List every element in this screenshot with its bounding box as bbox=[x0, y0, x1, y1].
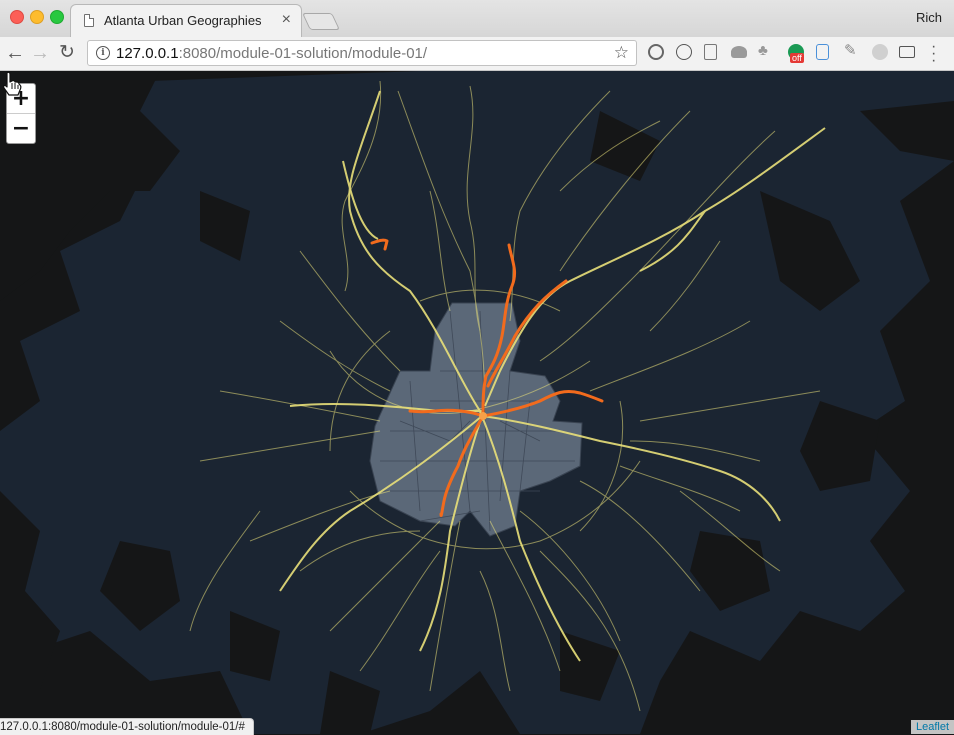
extension-pen-icon[interactable]: ✎ bbox=[844, 41, 860, 59]
page-icon bbox=[84, 14, 94, 27]
map-svg bbox=[0, 71, 954, 734]
browser-tab-active[interactable]: Atlanta Urban Geographies × bbox=[70, 4, 302, 37]
cursor-hand-icon bbox=[3, 71, 22, 96]
extension-circle-icon[interactable] bbox=[872, 44, 888, 60]
extension-off-badge: off bbox=[790, 53, 804, 63]
url-text[interactable]: 127.0.0.1:8080/module-01-solution/module… bbox=[116, 45, 427, 62]
info-icon[interactable]: i bbox=[96, 46, 110, 60]
window-minimize-button[interactable] bbox=[30, 10, 44, 24]
extension-page-icon[interactable] bbox=[816, 44, 829, 60]
address-bar[interactable]: i 127.0.0.1:8080/module-01-solution/modu… bbox=[87, 40, 637, 66]
cast-icon[interactable] bbox=[899, 46, 915, 58]
back-button[interactable]: ← bbox=[5, 41, 25, 65]
forward-button[interactable]: → bbox=[30, 41, 50, 65]
extension-sync-icon[interactable] bbox=[648, 44, 664, 60]
tab-title: Atlanta Urban Geographies bbox=[104, 13, 262, 28]
extension-cloud-icon[interactable] bbox=[731, 46, 747, 58]
extension-info-icon[interactable] bbox=[676, 44, 692, 60]
profile-name[interactable]: Rich bbox=[916, 10, 942, 25]
five-points-hub bbox=[479, 412, 487, 420]
tab-close-icon[interactable]: × bbox=[282, 11, 291, 29]
window-maximize-button[interactable] bbox=[50, 10, 64, 24]
leaflet-attribution-link[interactable]: Leaflet bbox=[910, 720, 954, 734]
url-path: :8080/module-01-solution/module-01/ bbox=[178, 45, 428, 62]
zoom-out-button[interactable]: − bbox=[7, 114, 35, 143]
extension-clover-icon[interactable]: ♣ bbox=[758, 42, 774, 59]
browser-toolbar: ← → ↻ i 127.0.0.1:8080/module-01-solutio… bbox=[0, 37, 954, 71]
window-close-button[interactable] bbox=[10, 10, 24, 24]
menu-icon[interactable]: · · · bbox=[931, 39, 936, 69]
extension-document-icon[interactable] bbox=[704, 44, 717, 60]
url-host: 127.0.0.1 bbox=[116, 45, 179, 62]
map-canvas[interactable]: + − Leaflet bbox=[0, 71, 954, 734]
reload-button[interactable]: ↻ bbox=[59, 41, 75, 65]
star-icon[interactable]: ☆ bbox=[614, 43, 629, 63]
window-titlebar: Atlanta Urban Geographies × Rich bbox=[0, 0, 954, 37]
extension-grammarly-icon[interactable]: off bbox=[788, 44, 804, 63]
new-tab-button[interactable] bbox=[302, 13, 340, 30]
status-bar-url: 127.0.0.1:8080/module-01-solution/module… bbox=[0, 718, 254, 735]
